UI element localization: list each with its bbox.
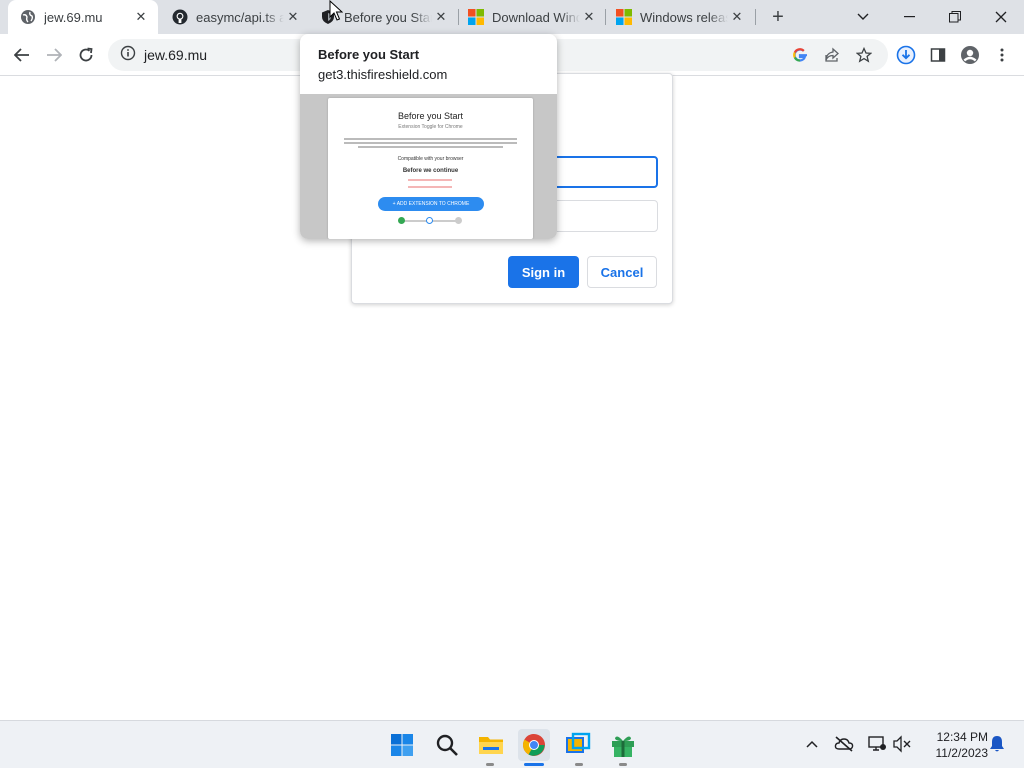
tab-jew-69-mu[interactable]: jew.69.mu ✕: [8, 0, 158, 34]
minimize-button[interactable]: [886, 0, 932, 34]
close-tab-icon[interactable]: ✕: [132, 8, 150, 26]
tab-title: easymc/api.ts at: [196, 9, 284, 25]
gift-app-icon[interactable]: [607, 729, 639, 761]
close-tab-icon[interactable]: ✕: [284, 8, 302, 26]
bookmark-star-icon[interactable]: [852, 43, 876, 67]
hover-card-domain: get3.thisfireshield.com: [318, 67, 448, 82]
onedrive-offline-icon[interactable]: [833, 733, 855, 755]
chrome-taskbar-icon[interactable]: [518, 729, 550, 761]
preview-text-line: [408, 186, 452, 188]
tab-strip: jew.69.mu ✕ easymc/api.ts at ✕ Before yo…: [0, 0, 1024, 34]
tab-title: Windows releas: [640, 9, 728, 25]
notification-bell-icon[interactable]: [986, 733, 1008, 755]
new-tab-button[interactable]: +: [766, 5, 790, 29]
preview-continue-heading: Before we continue: [402, 168, 459, 174]
tab-title: jew.69.mu: [44, 9, 103, 25]
remote-desktop-icon[interactable]: [562, 729, 594, 761]
preview-progress-steps: [398, 217, 462, 224]
clock-time: 12:34 PM: [936, 730, 988, 744]
microsoft-logo-icon: [468, 9, 484, 25]
preview-text-line: [358, 146, 503, 148]
preview-step-dot: [455, 217, 462, 224]
tab-download-windows[interactable]: Download Wind ✕: [456, 0, 606, 34]
preview-text-line: [408, 179, 452, 181]
active-indicator: [524, 763, 544, 766]
tab-preview-thumbnail: Before you Start Extension Toggle for Ch…: [300, 94, 557, 239]
url-text: jew.69.mu: [144, 47, 208, 63]
running-indicator: [575, 763, 583, 766]
profile-avatar[interactable]: [956, 41, 984, 69]
restore-button[interactable]: [932, 0, 978, 34]
preview-step-dot: [426, 217, 433, 224]
forward-button[interactable]: [40, 41, 68, 69]
file-explorer-icon[interactable]: [475, 729, 507, 761]
show-hidden-icons-chevron-icon[interactable]: [801, 733, 823, 755]
tab-easymc-api[interactable]: easymc/api.ts at ✕: [160, 0, 310, 34]
tab-windows-release[interactable]: Windows releas ✕: [604, 0, 754, 34]
preview-add-extension-button: + ADD EXTENSION TO CHROME: [378, 197, 484, 211]
github-icon: [172, 9, 188, 25]
password-field[interactable]: [552, 200, 658, 232]
info-icon[interactable]: [120, 45, 136, 66]
network-icon[interactable]: [866, 733, 888, 755]
tab-title: Download Wind: [492, 9, 580, 25]
system-clock[interactable]: 12:34 PM 11/2/2023: [918, 729, 989, 761]
close-tab-icon[interactable]: ✕: [432, 8, 450, 26]
preview-heading: Before you Start: [397, 111, 464, 121]
preview-page: Before you Start Extension Toggle for Ch…: [328, 98, 533, 239]
preview-text-line: [344, 142, 517, 144]
close-tab-icon[interactable]: ✕: [580, 8, 598, 26]
back-button[interactable]: [8, 41, 36, 69]
tab-search-chevron-icon[interactable]: [840, 0, 886, 34]
preview-step-dot: [398, 217, 405, 224]
microsoft-logo-icon: [616, 9, 632, 25]
globe-icon: [20, 9, 36, 25]
running-indicator: [486, 763, 494, 766]
preview-subheading: Extension Toggle for Chrome: [398, 124, 463, 130]
tab-title: Before you Start: [344, 9, 432, 25]
close-window-button[interactable]: [978, 0, 1024, 34]
running-indicator: [619, 763, 627, 766]
tab-hover-card: Before you Start get3.thisfireshield.com…: [300, 34, 557, 239]
preview-text-line: [344, 138, 517, 140]
start-button[interactable]: [386, 729, 418, 761]
hover-card-title: Before you Start: [318, 47, 420, 62]
username-field[interactable]: [552, 156, 658, 188]
reload-button[interactable]: [72, 41, 100, 69]
search-icon[interactable]: [431, 729, 463, 761]
more-menu-icon[interactable]: [988, 41, 1016, 69]
side-panel-icon[interactable]: [924, 41, 952, 69]
share-icon[interactable]: [820, 43, 844, 67]
clock-date: 11/2/2023: [935, 746, 989, 760]
volume-muted-icon[interactable]: [891, 733, 913, 755]
mouse-cursor-icon: [329, 0, 344, 22]
preview-compat-text: Compatible with your browser: [397, 156, 464, 162]
google-icon[interactable]: [788, 43, 812, 67]
taskbar: 12:34 PM 11/2/2023: [0, 720, 1024, 768]
sign-in-button[interactable]: Sign in: [508, 256, 579, 288]
tab-separator: [755, 9, 756, 25]
download-icon[interactable]: [892, 41, 920, 69]
cancel-button[interactable]: Cancel: [587, 256, 657, 288]
close-tab-icon[interactable]: ✕: [728, 8, 746, 26]
